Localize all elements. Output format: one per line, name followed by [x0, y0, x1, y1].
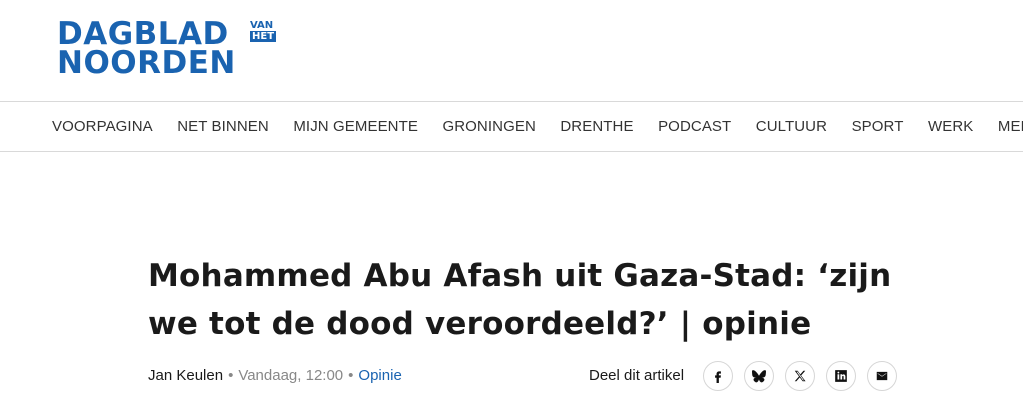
nav-item-mijn-gemeente[interactable]: MIJN GEMEENTE	[293, 118, 418, 135]
nav-item-drenthe[interactable]: DRENTHE	[560, 118, 633, 135]
article-title: Mohammed Abu Afash uit Gaza-Stad: ‘zijn …	[148, 258, 892, 342]
share-email-button[interactable]	[867, 361, 897, 391]
meta-separator: •	[348, 367, 354, 384]
publish-time: Vandaag, 12:00	[238, 367, 344, 384]
linkedin-icon	[835, 370, 847, 382]
nav-item-podcast[interactable]: PODCAST	[658, 118, 731, 135]
share-label: Deel dit artikel	[589, 367, 685, 384]
site-logo[interactable]: DAGBLAD NOORDEN VAN HET	[57, 19, 277, 81]
email-icon	[876, 371, 888, 381]
share-x-button[interactable]	[785, 361, 815, 391]
author-link[interactable]: Jan Keulen	[148, 367, 223, 384]
nav-item-cultuur[interactable]: CULTUUR	[756, 118, 827, 135]
article-meta: Jan Keulen • Vandaag, 12:00 • Opinie	[148, 367, 402, 384]
meta-separator: •	[228, 367, 234, 384]
x-icon	[794, 370, 806, 382]
nav-item-net-binnen[interactable]: NET BINNEN	[177, 118, 269, 135]
nav-item-werk[interactable]: WERK	[928, 118, 973, 135]
nav-item-groningen[interactable]: GRONINGEN	[442, 118, 535, 135]
bluesky-icon	[752, 370, 766, 383]
share-bluesky-button[interactable]	[744, 361, 774, 391]
logo-het: HET	[250, 31, 277, 42]
nav-item-voorpagina[interactable]: VOORPAGINA	[52, 118, 153, 135]
logo-van-het: VAN HET	[250, 20, 280, 42]
logo-line-2: NOORDEN	[57, 45, 236, 81]
nav-item-meningen[interactable]: MENINGEN	[998, 118, 1023, 135]
nav-item-sport[interactable]: SPORT	[852, 118, 904, 135]
logo-van: VAN	[250, 20, 274, 31]
main-nav: VOORPAGINA NET BINNEN MIJN GEMEENTE GRON…	[0, 101, 1023, 152]
facebook-icon	[715, 371, 721, 383]
category-link[interactable]: Opinie	[358, 367, 401, 384]
share-linkedin-button[interactable]	[826, 361, 856, 391]
share-buttons	[703, 361, 908, 391]
share-facebook-button[interactable]	[703, 361, 733, 391]
